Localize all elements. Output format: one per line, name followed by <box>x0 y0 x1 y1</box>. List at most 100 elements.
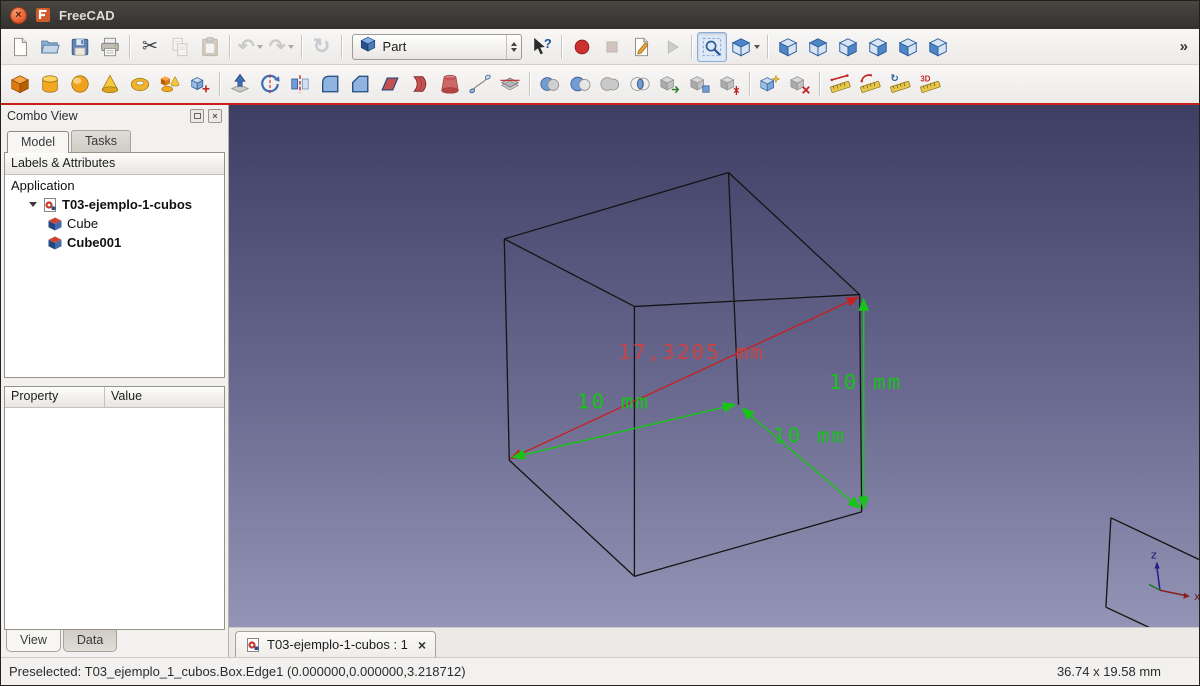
whats-this-button[interactable]: ? <box>527 32 557 62</box>
part-mirror-button[interactable] <box>285 69 315 99</box>
part-join-connect-button[interactable] <box>655 69 685 99</box>
undo-button[interactable]: ↶ <box>235 32 266 62</box>
tree-item-cube[interactable]: Cube <box>5 214 224 233</box>
panel-splitter[interactable] <box>1 378 228 386</box>
mdi-tab-bar: T03-ejemplo-1-cubos : 1 × <box>229 627 1199 657</box>
document-tab-label: T03-ejemplo-1-cubos : 1 <box>267 637 408 652</box>
print-button[interactable] <box>95 32 125 62</box>
chevron-down-icon <box>287 44 294 49</box>
macro-record-button[interactable] <box>567 32 597 62</box>
view-top-button[interactable] <box>803 32 833 62</box>
tab-data[interactable]: Data <box>62 630 118 652</box>
window-close-button[interactable]: × <box>10 6 27 24</box>
part-explode-compound-button[interactable] <box>715 69 745 99</box>
part-ruled-surface-button[interactable] <box>405 69 435 99</box>
copy-button[interactable] <box>165 32 195 62</box>
part-refine-shape-button[interactable] <box>755 69 785 99</box>
measure-linear-button[interactable] <box>825 69 855 99</box>
part-toolbar: ↻ 3D <box>1 65 1199 105</box>
part-make-face-button[interactable] <box>375 69 405 99</box>
part-compound-button[interactable] <box>685 69 715 99</box>
tree-item-label: Application <box>11 178 75 193</box>
tab-model[interactable]: Model <box>7 131 70 153</box>
part-extrude-button[interactable] <box>225 69 255 99</box>
part-torus-button[interactable] <box>125 69 155 99</box>
part-chamfer-button[interactable] <box>345 69 375 99</box>
part-cylinder-button[interactable] <box>35 69 65 99</box>
part-union-button[interactable] <box>595 69 625 99</box>
macro-execute-button[interactable] <box>657 32 687 62</box>
document-tab[interactable]: T03-ejemplo-1-cubos : 1 × <box>235 631 437 657</box>
3d-viewport[interactable]: 17,3205 mm 10 mm 10 mm 10 mm x z <box>229 105 1199 627</box>
combo-view-title: Combo View <box>7 109 78 123</box>
paste-button[interactable] <box>195 32 225 62</box>
axis-z-label: z <box>1151 549 1157 562</box>
part-cone-button[interactable] <box>95 69 125 99</box>
refresh-button[interactable]: ↻ <box>307 32 337 62</box>
view-axonometric-button[interactable] <box>727 32 763 62</box>
macro-stop-button[interactable] <box>597 32 627 62</box>
new-document-button[interactable] <box>5 32 35 62</box>
property-editor: Property Value <box>4 386 225 630</box>
close-panel-icon[interactable]: × <box>208 109 222 123</box>
workbench-selector-value: Part <box>382 39 407 54</box>
part-loft-button[interactable] <box>435 69 465 99</box>
toolbar-overflow-icon[interactable]: » <box>1173 38 1195 55</box>
cube-wireframe <box>503 171 863 578</box>
combo-view-tabs: Model Tasks <box>1 127 228 153</box>
expander-icon[interactable] <box>29 202 37 207</box>
freecad-app-icon <box>35 7 51 23</box>
view-rear-button[interactable] <box>863 32 893 62</box>
part-boolean-button[interactable] <box>535 69 565 99</box>
view-bottom-button[interactable] <box>893 32 923 62</box>
part-create-primitives-button[interactable] <box>155 69 185 99</box>
tab-tasks[interactable]: Tasks <box>71 130 131 152</box>
tree-item-cube001[interactable]: Cube001 <box>5 233 224 252</box>
save-document-button[interactable] <box>65 32 95 62</box>
measure-toggle-3d-button[interactable]: 3D <box>915 69 945 99</box>
tab-view[interactable]: View <box>6 630 61 652</box>
float-window-icon[interactable] <box>190 109 204 123</box>
cut-button[interactable]: ✂ <box>135 32 165 62</box>
part-defeaturing-button[interactable] <box>785 69 815 99</box>
view-right-button[interactable] <box>833 32 863 62</box>
toolbar-separator <box>560 34 563 59</box>
combo-spinner-icon[interactable] <box>505 34 521 59</box>
axis-indicator: x z <box>1148 549 1199 603</box>
workbench-selector[interactable]: Part <box>351 33 522 60</box>
close-icon: × <box>15 8 22 21</box>
measure-refresh-button[interactable]: ↻ <box>885 69 915 99</box>
tree-item-t03-ejemplo-1-cubos[interactable]: T03-ejemplo-1-cubos <box>5 195 224 214</box>
part-sphere-button[interactable] <box>65 69 95 99</box>
part-fillet-button[interactable] <box>315 69 345 99</box>
redo-button[interactable]: ↷ <box>266 32 297 62</box>
svg-text:↻: ↻ <box>890 73 898 84</box>
part-shape-builder-button[interactable] <box>185 69 215 99</box>
view-front-button[interactable] <box>773 32 803 62</box>
tree-item-label: Cube001 <box>67 235 122 250</box>
part-box-button[interactable] <box>5 69 35 99</box>
part-section-button[interactable] <box>495 69 525 99</box>
macro-edit-button[interactable] <box>627 32 657 62</box>
value-column-header: Value <box>111 389 143 403</box>
window-title: FreeCAD <box>59 7 115 23</box>
part-sweep-button[interactable] <box>465 69 495 99</box>
svg-text:3D: 3D <box>920 75 930 84</box>
dimension-annotations: 17,3205 mm 10 mm 10 mm 10 mm <box>509 296 900 510</box>
view-fit-all-button[interactable] <box>696 31 727 62</box>
toolbar-separator <box>690 34 693 59</box>
part-intersection-button[interactable] <box>625 69 655 99</box>
part-revolve-button[interactable] <box>255 69 285 99</box>
tree-item-application[interactable]: Application <box>5 176 224 195</box>
measure-angular-button[interactable] <box>855 69 885 99</box>
svg-text:?: ? <box>543 36 551 51</box>
toolbar-separator <box>819 72 821 96</box>
open-document-button[interactable] <box>35 32 65 62</box>
tab-close-icon[interactable]: × <box>418 638 426 652</box>
chevron-down-icon <box>256 44 263 49</box>
viewport-canvas[interactable]: 17,3205 mm 10 mm 10 mm 10 mm x z <box>229 105 1199 627</box>
title-bar[interactable]: × FreeCAD <box>1 1 1199 29</box>
part-cut-button[interactable] <box>565 69 595 99</box>
view-left-button[interactable] <box>923 32 953 62</box>
combo-view-panel: Combo View × Model Tasks Labels & Attrib… <box>1 105 229 657</box>
